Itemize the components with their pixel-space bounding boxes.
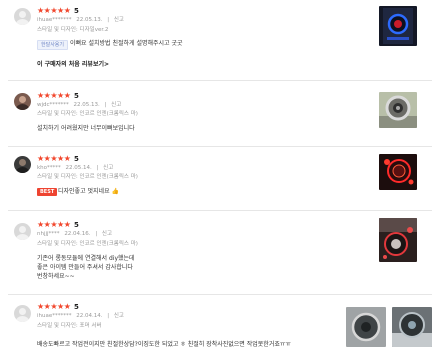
divider bbox=[8, 80, 432, 81]
reviewer-id: wjdc******* bbox=[37, 102, 69, 108]
review-photo[interactable] bbox=[346, 307, 386, 347]
review-meta: kho***** 22.05.14. | 신고 bbox=[37, 165, 114, 171]
first-review-link[interactable]: 이 구매자의 처음 리뷰보기> bbox=[37, 61, 109, 69]
purchase-option: 스타일 및 디자인: 인코르 인젠(크롬릭스 마) bbox=[37, 241, 138, 247]
purchase-option: 스타일 및 디자인: 인코르 인젠(크롬릭스 마) bbox=[37, 111, 138, 117]
star-rating: ★★★★★ bbox=[37, 220, 71, 229]
review-date: 22.05.13. bbox=[73, 102, 100, 108]
default-avatar-icon bbox=[14, 305, 31, 322]
review-photo[interactable] bbox=[379, 6, 417, 46]
review-date: 22.05.13. bbox=[76, 17, 103, 23]
review-item: ★★★★★ 5 nhjjj**** 22.04.16. | 신고 스타일 및 디… bbox=[0, 212, 440, 292]
rating-score: 5 bbox=[74, 155, 79, 163]
reviewer-id: kho***** bbox=[37, 165, 61, 171]
review-photo[interactable] bbox=[379, 154, 417, 190]
review-meta: ihuae******* 22.04.14. | 신고 bbox=[37, 313, 124, 319]
divider bbox=[8, 294, 432, 295]
review-item: ★★★★★ 5 ihuae******* 22.04.14. | 신고 스타일 … bbox=[0, 296, 440, 359]
purchase-option: 스타일 및 디자인: 디자일ver.2 bbox=[37, 27, 109, 33]
best-badge: BEST bbox=[37, 188, 58, 196]
reviewer-id: ihuae******* bbox=[37, 17, 72, 23]
reviewer-id: ihuae******* bbox=[37, 313, 72, 319]
review-photo[interactable] bbox=[379, 218, 417, 262]
rating-score: 5 bbox=[74, 221, 79, 229]
default-avatar-icon bbox=[14, 8, 31, 25]
report-link[interactable]: 신고 bbox=[114, 313, 124, 319]
review-photo[interactable] bbox=[379, 92, 417, 128]
user-avatar bbox=[14, 156, 31, 173]
review-item: ★★★★★ 5 ihuae******* 22.05.13. | 신고 스타일 … bbox=[0, 0, 440, 76]
review-text: 이뻐요 설치방법 친절하게 설명해주시고 굿굿 bbox=[70, 40, 183, 47]
rating-score: 5 bbox=[74, 92, 79, 100]
review-date: 22.05.14. bbox=[65, 165, 92, 171]
review-text-line: 번창하세요~~ bbox=[37, 273, 75, 280]
review-text: 디자인좋고 멋지네요 👍 bbox=[58, 188, 119, 195]
reviewer-id: nhjjj**** bbox=[37, 231, 60, 237]
review-meta: wjdc******* 22.05.13. | 신고 bbox=[37, 102, 122, 108]
review-text-line: 기존어 롱동모듈에 연결해서 diy했는데 bbox=[37, 255, 135, 262]
review-date: 22.04.14. bbox=[76, 313, 103, 319]
review-text: 배송도빠르고 작업전이지만 친절한상담?이징도한 되었고 ㅎ 친절히 장착사진없… bbox=[37, 341, 291, 348]
rating-score: 5 bbox=[74, 7, 79, 15]
star-rating: ★★★★★ bbox=[37, 154, 71, 163]
report-link[interactable]: 신고 bbox=[103, 165, 113, 171]
review-meta: nhjjj**** 22.04.16. | 신고 bbox=[37, 231, 113, 237]
rating-score: 5 bbox=[74, 303, 79, 311]
star-rating: ★★★★★ bbox=[37, 91, 71, 100]
purchase-option: 스타일 및 디자인: 포머 서버 bbox=[37, 323, 102, 329]
star-rating: ★★★★★ bbox=[37, 302, 71, 311]
purchase-option: 스타일 및 디자인: 인코르 인젠(크롬릭스 마) bbox=[37, 174, 138, 180]
user-avatar bbox=[14, 93, 31, 110]
review-item: ★★★★★ 5 kho***** 22.05.14. | 신고 스타일 및 디자… bbox=[0, 148, 440, 206]
report-link[interactable]: 신고 bbox=[114, 17, 124, 23]
review-photo[interactable] bbox=[392, 307, 432, 347]
month-use-badge: 한달사용기 bbox=[37, 40, 69, 50]
review-meta: ihuae******* 22.05.13. | 신고 bbox=[37, 17, 124, 23]
star-rating: ★★★★★ bbox=[37, 6, 71, 15]
divider bbox=[8, 146, 432, 147]
default-avatar-icon bbox=[14, 223, 31, 240]
review-date: 22.04.16. bbox=[64, 231, 91, 237]
review-item: ★★★★★ 5 wjdc******* 22.05.13. | 신고 스타일 및… bbox=[0, 84, 440, 144]
report-link[interactable]: 신고 bbox=[102, 231, 112, 237]
review-text-line: 좋은 아이템 만들어 주셔서 감사합니다 bbox=[37, 264, 133, 271]
divider bbox=[8, 210, 432, 211]
report-link[interactable]: 신고 bbox=[111, 102, 121, 108]
review-text: 설치하기 어려웠지만 너무이뻐보입니다 bbox=[37, 125, 135, 132]
